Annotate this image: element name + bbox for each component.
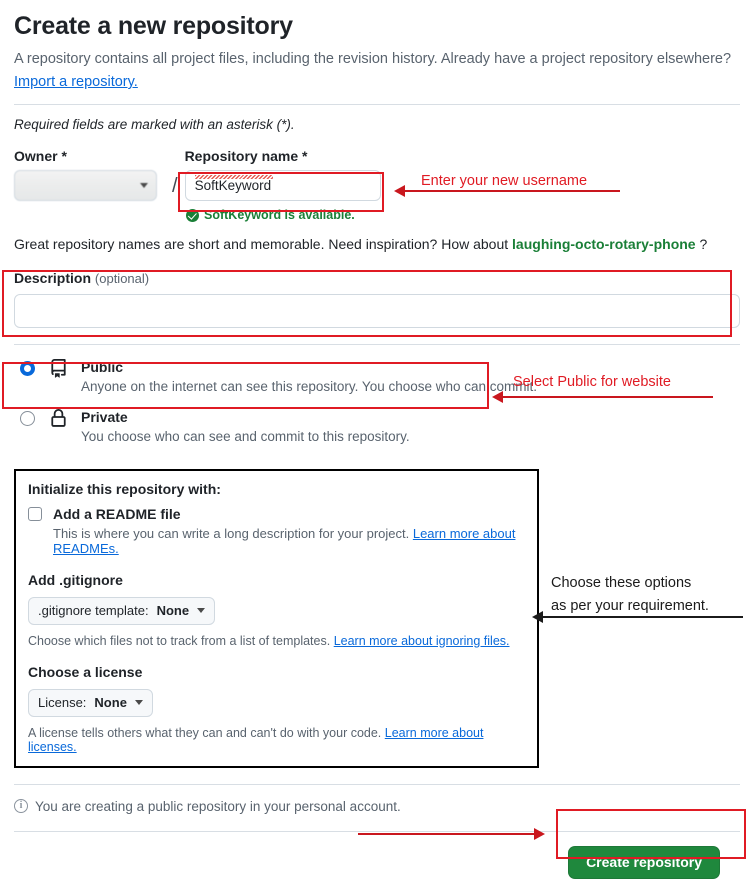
- visibility-public-text: Public Anyone on the internet can see th…: [81, 358, 537, 397]
- chevron-down-icon: [140, 183, 148, 189]
- page-subtitle: A repository contains all project files,…: [14, 51, 732, 67]
- annotation-create-line: [358, 833, 534, 835]
- visibility-public-title: Public: [81, 359, 124, 376]
- radio-public[interactable]: [20, 361, 35, 377]
- create-repository-button[interactable]: Create repository: [568, 845, 720, 879]
- description-optional-tag: (optional): [94, 271, 150, 287]
- gitignore-help-text: Choose which files not to track from a l…: [28, 633, 331, 648]
- owner-name-separator: /: [172, 175, 178, 198]
- annotation-options-line: [543, 616, 743, 618]
- visibility-options: Public Anyone on the internet can see th…: [14, 351, 740, 451]
- license-help-text: A license tells others what they can and…: [28, 725, 382, 740]
- required-fields-note: Required fields are marked with an aster…: [14, 117, 295, 133]
- readme-help-text: This is where you can write a long descr…: [53, 525, 410, 541]
- owner-and-name-row: Owner * / Repository name *: [14, 148, 740, 202]
- annotation-options-line1: Choose these options: [551, 575, 692, 591]
- checkbox-add-readme[interactable]: [28, 506, 42, 521]
- radio-private[interactable]: [20, 410, 35, 426]
- owner-select[interactable]: [14, 170, 157, 202]
- license-dropdown-value: None: [94, 695, 127, 711]
- import-repository-link[interactable]: Import a repository.: [14, 74, 138, 90]
- suggested-name[interactable]: laughing-octo-rotary-phone: [512, 236, 696, 252]
- description-input[interactable]: [14, 294, 740, 329]
- visibility-private-description: You choose who can see and commit to thi…: [81, 428, 410, 444]
- license-help: A license tells others what they can and…: [28, 726, 525, 754]
- initialize-heading: Initialize this repository with:: [28, 480, 221, 497]
- account-notice-text: You are creating a public repository in …: [35, 798, 401, 814]
- annotation-options-line2: as per your requirement.: [551, 598, 709, 614]
- annotation-username-text: Enter your new username: [421, 173, 588, 189]
- availability-message: SoftKeyword is available.: [204, 208, 355, 223]
- annotation-public-line: [503, 396, 713, 398]
- divider-top: [14, 104, 740, 106]
- divider-description: [14, 344, 740, 346]
- visibility-option-private[interactable]: Private You choose who can see and commi…: [14, 401, 740, 451]
- gitignore-heading: Add .gitignore: [28, 571, 123, 588]
- owner-field: Owner *: [14, 148, 172, 202]
- visibility-private-title: Private: [81, 408, 128, 425]
- chevron-down-icon: [197, 608, 206, 614]
- page-title: Create a new repository: [14, 12, 293, 40]
- repository-name-label: Repository name *: [184, 148, 308, 165]
- readme-help: This is where you can write a long descr…: [53, 526, 525, 556]
- annotation-public-arrowhead: [492, 391, 503, 403]
- readme-checkbox-row[interactable]: Add a README file: [28, 506, 525, 522]
- annotation-username-arrowhead: [394, 185, 405, 197]
- inspiration-prefix: Great repository names are short and mem…: [14, 236, 509, 253]
- availability-row: SoftKeyword is available.: [186, 208, 740, 222]
- chevron-down-icon: [134, 700, 143, 706]
- submit-row: Create repository: [14, 845, 740, 879]
- spellcheck-underline: [194, 175, 273, 180]
- annotation-public-text: Select Public for website: [513, 374, 671, 390]
- license-dropdown-prefix: License:: [38, 695, 87, 711]
- gitignore-help: Choose which files not to track from a l…: [28, 634, 525, 648]
- description-label-text: Description: [14, 270, 92, 287]
- repo-book-icon: [49, 359, 71, 383]
- divider-initialize: [14, 783, 740, 785]
- gitignore-learn-more-link[interactable]: Learn more about ignoring files.: [334, 634, 510, 648]
- gitignore-dropdown-value: None: [156, 603, 190, 619]
- inspiration-line: Great repository names are short and mem…: [14, 236, 740, 252]
- annotation-create-arrowhead: [534, 828, 545, 840]
- account-notice: i You are creating a public repository i…: [14, 799, 740, 814]
- readme-label: Add a README file: [53, 505, 181, 522]
- initialize-repository-box: Initialize this repository with: Add a R…: [14, 468, 539, 768]
- check-circle-icon: [186, 208, 199, 222]
- repository-name-field: Repository name *: [184, 148, 381, 202]
- description-field: Description (optional): [14, 270, 740, 329]
- license-dropdown[interactable]: License: None: [28, 688, 153, 717]
- info-icon: i: [14, 799, 28, 814]
- gitignore-template-dropdown[interactable]: .gitignore template: None: [28, 596, 216, 625]
- annotation-options-arrowhead: [532, 611, 543, 623]
- visibility-public-description: Anyone on the internet can see this repo…: [81, 378, 538, 394]
- create-repository-page: Create a new repository A repository con…: [0, 12, 754, 879]
- gitignore-dropdown-prefix: .gitignore template:: [38, 603, 149, 619]
- inspiration-suffix: ?: [699, 236, 708, 253]
- visibility-private-text: Private You choose who can see and commi…: [81, 408, 410, 447]
- owner-label: Owner *: [14, 148, 67, 165]
- divider-footer: [14, 830, 740, 832]
- annotation-username-line: [405, 190, 620, 192]
- description-label: Description (optional): [14, 270, 740, 286]
- license-heading: Choose a license: [28, 663, 143, 680]
- lock-icon: [49, 408, 71, 433]
